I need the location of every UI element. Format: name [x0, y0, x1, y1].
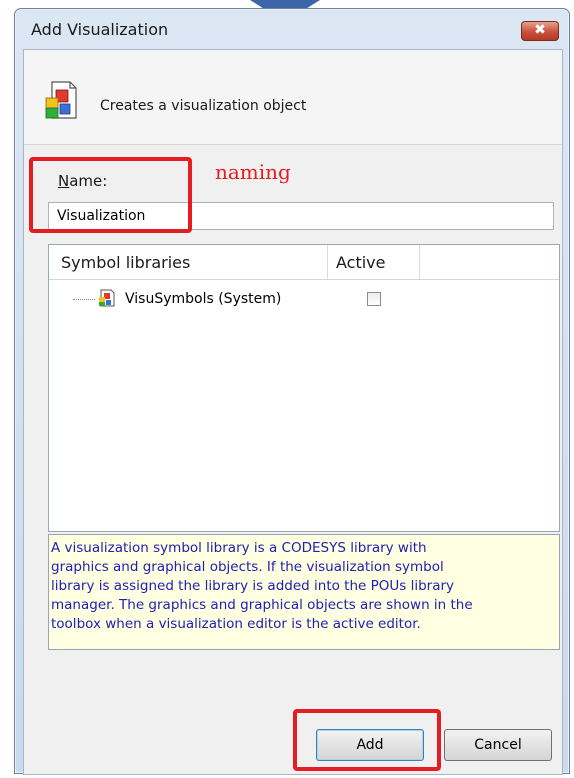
list-header: Symbol libraries Active — [49, 245, 559, 280]
visualization-object-icon — [45, 81, 77, 119]
window-title: Add Visualization — [31, 20, 169, 39]
active-checkbox[interactable] — [367, 292, 381, 306]
list-item[interactable]: VisuSymbols (System) — [49, 287, 559, 313]
symbol-libraries-list[interactable]: Symbol libraries Active VisuSymbols (Sys… — [48, 244, 560, 532]
column-divider — [419, 245, 420, 279]
add-visualization-dialog: Add Visualization ✖ Creates a visualizat… — [14, 8, 570, 775]
info-line: library is assigned the library is added… — [51, 578, 455, 594]
title-bar[interactable]: Add Visualization ✖ — [15, 9, 569, 49]
add-button-highlight — [293, 709, 441, 771]
dialog-header: Creates a visualization object — [24, 50, 562, 145]
tree-connector — [73, 299, 95, 300]
info-line: toolbox when a visualization editor is t… — [51, 616, 421, 632]
naming-annotation: naming — [215, 160, 291, 184]
info-description-box: A visualization symbol library is a CODE… — [48, 534, 560, 650]
name-field-highlight — [29, 157, 192, 233]
library-icon — [99, 289, 115, 307]
cancel-button[interactable]: Cancel — [444, 729, 552, 761]
column-header-active[interactable]: Active — [336, 253, 386, 272]
close-button[interactable]: ✖ — [521, 21, 559, 41]
dialog-description: Creates a visualization object — [100, 98, 307, 114]
info-line: graphics and graphical objects. If the v… — [51, 559, 444, 575]
library-name: VisuSymbols (System) — [125, 291, 282, 307]
info-line: manager. The graphics and graphical obje… — [51, 597, 473, 613]
column-header-symbol-libraries[interactable]: Symbol libraries — [61, 253, 190, 272]
column-divider — [327, 245, 328, 279]
info-line: A visualization symbol library is a CODE… — [51, 540, 427, 556]
